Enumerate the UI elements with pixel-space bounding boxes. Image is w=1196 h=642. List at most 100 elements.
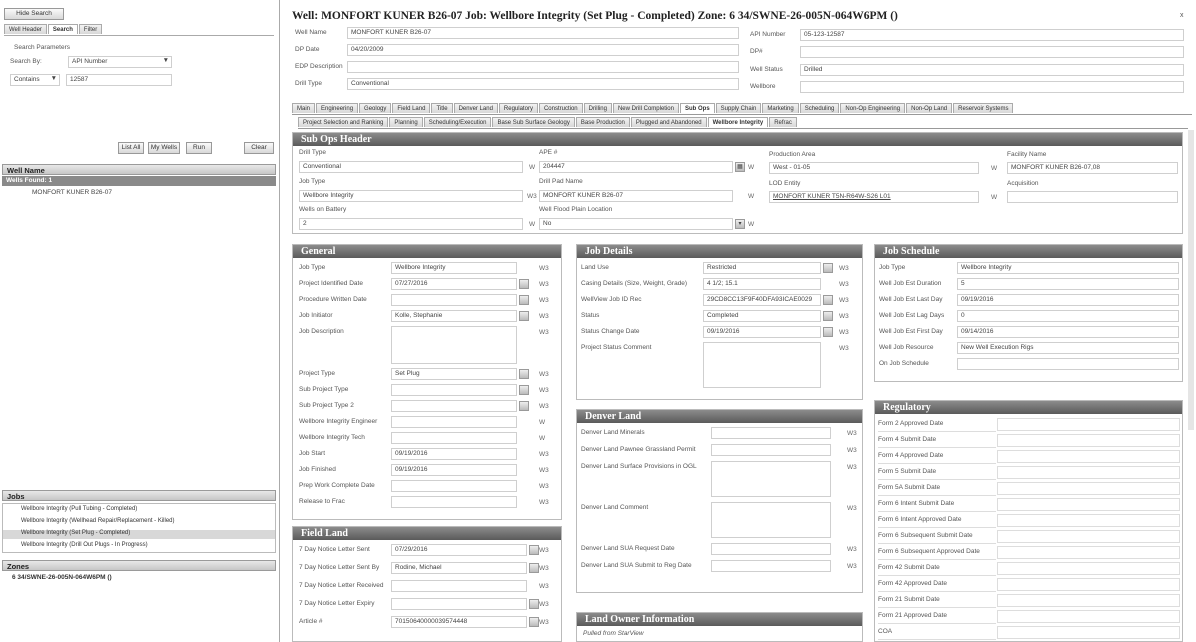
procedure-written-date-field[interactable]: [391, 294, 517, 306]
job-type-input[interactable]: Wellbore Integrity: [299, 190, 523, 202]
tab-new-drill-completion[interactable]: New Drill Completion: [612, 103, 679, 113]
form-6-intent-submit-date-field[interactable]: [997, 498, 1180, 511]
project-identified-date-field[interactable]: 07/27/2016: [391, 278, 517, 290]
tab-filter[interactable]: Filter: [78, 24, 103, 34]
form-5a-submit-date-field[interactable]: [997, 482, 1180, 495]
tab-denver-land[interactable]: Denver Land: [453, 103, 498, 113]
form-42-submit-date-field[interactable]: [997, 562, 1180, 575]
tab-supply-chain[interactable]: Supply Chain: [715, 103, 762, 113]
search-input[interactable]: 12587: [66, 74, 172, 86]
tab-search[interactable]: Search: [47, 24, 78, 34]
list-all-button[interactable]: List All: [118, 142, 144, 154]
denver-land-surface-provisions-in-ogl-field[interactable]: [711, 461, 831, 497]
ape-input[interactable]: 204447: [539, 161, 733, 173]
well-job-est-first-day-field[interactable]: 09/14/2016: [957, 326, 1179, 338]
prep-work-complete-date-field[interactable]: [391, 480, 517, 492]
form-6-subsequent-submit-date-field[interactable]: [997, 530, 1180, 543]
tab-wellbore-integrity[interactable]: Wellbore Integrity: [707, 117, 769, 127]
coa-field[interactable]: [997, 626, 1180, 639]
api-number-field[interactable]: 05-123-12587: [800, 29, 1184, 41]
lookup-icon[interactable]: [529, 599, 539, 609]
on-job-schedule-field[interactable]: [957, 358, 1179, 370]
tab-refrac[interactable]: Refrac: [769, 117, 797, 127]
drill-type-input[interactable]: Conventional: [299, 161, 523, 173]
denver-land-sua-submit-to-reg-date-field[interactable]: [711, 560, 831, 572]
lod-entity-input[interactable]: MONFORT KUNER T5N-R64W-S26 L01: [769, 191, 979, 203]
close-icon[interactable]: x: [1180, 12, 1184, 19]
form-6-subsequent-approved-date-field[interactable]: [997, 546, 1180, 559]
release-to-frac-field[interactable]: [391, 496, 517, 508]
lookup-icon[interactable]: [823, 327, 833, 337]
job-initiator-field[interactable]: Kolle, Stephanie: [391, 310, 517, 322]
lookup-icon[interactable]: ▦: [735, 162, 745, 172]
clear-button[interactable]: Clear: [244, 142, 274, 154]
lookup-icon[interactable]: [519, 279, 529, 289]
well-job-est-last-day-field[interactable]: 09/19/2016: [957, 294, 1179, 306]
wellbore-integrity-engineer-field[interactable]: [391, 416, 517, 428]
tab-non-op-engineering[interactable]: Non-Op Engineering: [840, 103, 906, 113]
form-21-submit-date-field[interactable]: [997, 594, 1180, 607]
scrollbar[interactable]: [1188, 130, 1194, 430]
lookup-icon[interactable]: [519, 385, 529, 395]
wellview-job-id-rec-field[interactable]: 29CD8CC13F9F40DFA93ICAE0029: [703, 294, 821, 306]
job-item[interactable]: Wellbore Integrity (Wellhead Repair/Repl…: [3, 518, 275, 527]
acquisition-input[interactable]: [1007, 191, 1178, 203]
7-day-notice-letter-expiry-field[interactable]: [391, 598, 527, 610]
casing-details-size-weight-grade-field[interactable]: 4 1/2; 15.1: [703, 278, 821, 290]
tab-drilling[interactable]: Drilling: [583, 103, 612, 113]
tab-planning[interactable]: Planning: [389, 117, 423, 127]
search-by-select[interactable]: API Number ▼: [68, 56, 172, 68]
flood-plain-select[interactable]: No: [539, 218, 733, 230]
job-item[interactable]: Wellbore Integrity (Drill Out Plugs - In…: [3, 542, 275, 551]
my-wells-button[interactable]: My Wells: [148, 142, 180, 154]
tab-reservoir-systems[interactable]: Reservoir Systems: [953, 103, 1014, 113]
dp-date-field[interactable]: 04/20/2009: [347, 44, 739, 56]
well-list-item[interactable]: MONFORT KUNER B26-07: [2, 188, 276, 198]
sub-project-type-2-field[interactable]: [391, 400, 517, 412]
edp-description-field[interactable]: [347, 61, 739, 73]
zone-list-item[interactable]: 6 34/SWNE-26-005N-064W6PM (): [6, 574, 276, 584]
lookup-icon[interactable]: [529, 563, 539, 573]
7-day-notice-letter-received-field[interactable]: [391, 580, 527, 592]
form-42-approved-date-field[interactable]: [997, 578, 1180, 591]
lookup-icon[interactable]: [529, 617, 539, 627]
lookup-icon[interactable]: [529, 545, 539, 555]
form-2-approved-date-field[interactable]: [997, 418, 1180, 431]
job-item[interactable]: Wellbore Integrity (Pull Tubing - Comple…: [3, 506, 275, 515]
lookup-icon[interactable]: [519, 295, 529, 305]
tab-geology[interactable]: Geology: [359, 103, 392, 113]
land-use-field[interactable]: Restricted: [703, 262, 821, 274]
lookup-icon[interactable]: [519, 311, 529, 321]
well-job-est-lag-days-field[interactable]: 0: [957, 310, 1179, 322]
status-field[interactable]: Completed: [703, 310, 821, 322]
7-day-notice-letter-sent-field[interactable]: 07/29/2016: [391, 544, 527, 556]
form-21-approved-date-field[interactable]: [997, 610, 1180, 623]
tab-regulatory[interactable]: Regulatory: [498, 103, 538, 113]
drill-type-field[interactable]: Conventional: [347, 78, 739, 90]
job-type-field[interactable]: Wellbore Integrity: [391, 262, 517, 274]
tab-scheduling[interactable]: Scheduling: [799, 103, 840, 113]
facility-name-input[interactable]: MONFORT KUNER B26-07,08: [1007, 162, 1178, 174]
form-4-submit-date-field[interactable]: [997, 434, 1180, 447]
tab-marketing[interactable]: Marketing: [762, 103, 799, 113]
wellbore-integrity-tech-field[interactable]: [391, 432, 517, 444]
project-status-comment-field[interactable]: [703, 342, 821, 388]
lookup-icon[interactable]: [519, 401, 529, 411]
tab-engineering[interactable]: Engineering: [316, 103, 359, 113]
tab-well-header[interactable]: Well Header: [4, 24, 47, 34]
denver-land-comment-field[interactable]: [711, 502, 831, 538]
job-finished-field[interactable]: 09/19/2016: [391, 464, 517, 476]
tab-main[interactable]: Main: [292, 103, 316, 113]
tab-construction[interactable]: Construction: [538, 103, 583, 113]
job-item-selected[interactable]: Wellbore Integrity (Set Plug - Completed…: [3, 530, 275, 539]
operator-select[interactable]: Contains ▼: [10, 74, 60, 86]
7-day-notice-letter-sent-by-field[interactable]: Rodine, Michael: [391, 562, 527, 574]
hide-search-button[interactable]: Hide Search: [4, 8, 64, 20]
form-6-intent-approved-date-field[interactable]: [997, 514, 1180, 527]
tab-base-production[interactable]: Base Production: [575, 117, 630, 127]
tab-sub-ops[interactable]: Sub Ops: [679, 103, 715, 113]
tab-plugged-abandoned[interactable]: Plugged and Abandoned: [630, 117, 707, 127]
tab-scheduling-execution[interactable]: Scheduling/Execution: [423, 117, 492, 127]
status-change-date-field[interactable]: 09/19/2016: [703, 326, 821, 338]
denver-land-sua-request-date-field[interactable]: [711, 543, 831, 555]
